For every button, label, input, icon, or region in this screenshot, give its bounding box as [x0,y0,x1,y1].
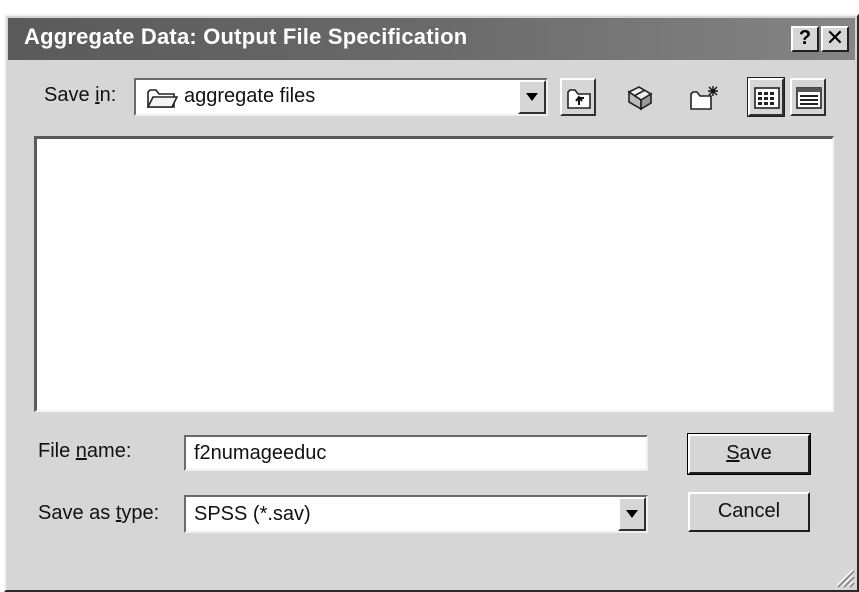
save-in-value: aggregate files [184,85,316,107]
up-one-level-button[interactable] [560,78,596,116]
desktop-icon [627,86,653,111]
save-in-label: Save in: [44,84,117,106]
new-folder-icon [690,86,718,110]
help-button[interactable]: ? [791,26,819,52]
folder-icon [146,86,179,115]
title-bar[interactable]: Aggregate Data: Output File Specificatio… [8,18,855,60]
list-view-icon [754,87,780,109]
save-button[interactable]: Save [687,433,811,475]
file-name-input[interactable] [184,435,648,471]
save-in-dropdown[interactable]: aggregate files [134,78,548,116]
help-icon: ? [798,27,812,49]
new-folder-button[interactable] [684,78,720,116]
file-list[interactable] [34,136,834,412]
list-view-button[interactable] [747,77,785,117]
cancel-button[interactable]: Cancel [688,492,810,532]
resize-grip-icon[interactable] [833,566,855,588]
save-as-type-dropdown[interactable]: SPSS (*.sav) [184,495,648,533]
save-as-type-dropdown-button[interactable] [618,497,646,531]
file-name-label: File name: [38,440,132,462]
up-folder-icon [567,89,591,109]
close-button[interactable]: ✕ [821,26,849,52]
details-view-icon [796,87,822,109]
save-as-type-label: Save as type: [38,502,160,524]
save-in-dropdown-button[interactable] [518,80,546,114]
save-as-type-value: SPSS (*.sav) [194,503,311,525]
window-title: Aggregate Data: Output File Specificatio… [24,24,468,49]
close-icon: ✕ [825,25,845,50]
save-dialog: Aggregate Data: Output File Specificatio… [4,14,859,592]
desktop-button[interactable] [620,78,656,116]
details-view-button[interactable] [790,78,826,116]
